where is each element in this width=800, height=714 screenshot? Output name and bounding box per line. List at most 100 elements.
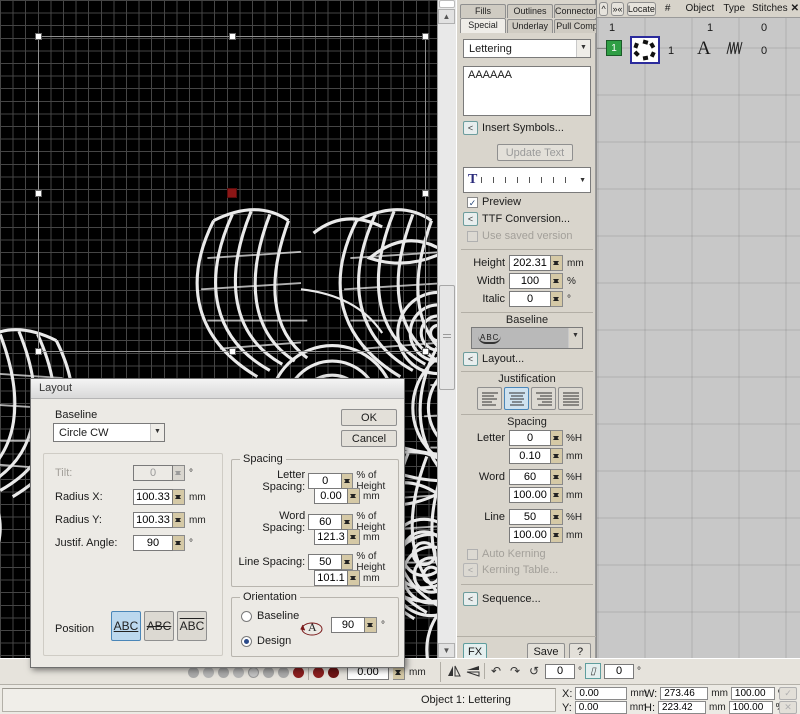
skew-toggle-icon[interactable]: ▯ [585, 663, 601, 679]
position-strike-button[interactable]: ABC [144, 611, 174, 641]
splitter-handle[interactable] [439, 0, 455, 8]
canvas-vertical-scrollbar[interactable]: ▲ ▼ [437, 0, 456, 660]
selection-handle-ne[interactable] [422, 33, 429, 40]
dlg-baseline-select[interactable]: Circle CW ▼ [53, 423, 165, 442]
insert-symbols-label[interactable]: Insert Symbols... [482, 122, 564, 134]
letter-spacing-mm-input[interactable] [314, 488, 348, 504]
stitch-tool-2-icon[interactable] [203, 667, 214, 678]
height-input[interactable] [509, 255, 551, 271]
word-pct-spinner[interactable] [551, 469, 563, 485]
w-pct-input[interactable] [731, 687, 775, 700]
italic-spinner[interactable] [551, 291, 563, 307]
x-input[interactable] [575, 687, 627, 700]
use-saved-version-checkbox[interactable] [467, 231, 478, 242]
scrollbar-thumb[interactable] [439, 285, 455, 390]
object-thumbnail[interactable] [630, 36, 660, 64]
stitch-tool-6-icon[interactable] [263, 667, 274, 678]
justif-angle-spinner[interactable] [173, 535, 185, 551]
cancel-button[interactable]: Cancel [341, 430, 397, 447]
italic-input[interactable] [509, 291, 551, 307]
kerning-table-expand-button[interactable]: < [463, 563, 478, 577]
layout-label[interactable]: Layout... [482, 353, 524, 365]
lettering-text-input[interactable]: AAAAAA [463, 66, 591, 116]
selection-handle-s[interactable] [229, 348, 236, 355]
rotate-angle-input[interactable] [545, 664, 575, 679]
baseline-radio[interactable] [241, 611, 252, 622]
justify-center-button[interactable] [504, 387, 529, 410]
selection-handle-w[interactable] [35, 190, 42, 197]
auto-kerning-checkbox[interactable] [467, 549, 478, 560]
collapse-button[interactable]: ^ [599, 2, 608, 16]
h-input[interactable] [658, 701, 706, 714]
flip-horizontal-icon[interactable] [446, 663, 462, 679]
sequence-label[interactable]: Sequence... [482, 593, 541, 605]
design-radio[interactable] [241, 636, 252, 647]
ttf-conversion-label[interactable]: TTF Conversion... [482, 213, 570, 225]
line-spacing-pct-input[interactable] [308, 554, 342, 570]
baseline-select[interactable]: ABC ▼ [471, 327, 583, 349]
word-pct-input[interactable] [509, 469, 551, 485]
word-mm-spinner[interactable] [551, 487, 563, 503]
dropdown-arrow-icon[interactable]: ▼ [150, 424, 164, 441]
tab-special[interactable]: Special [460, 18, 506, 33]
letter-spacing-mm-spinner[interactable] [348, 488, 360, 504]
radius-x-input[interactable] [133, 489, 173, 505]
font-select[interactable]: T ▼ [463, 167, 591, 193]
dropdown-arrow-icon[interactable]: ▼ [579, 177, 586, 184]
dropdown-arrow-icon[interactable]: ▼ [568, 328, 582, 348]
position-baseline-button[interactable]: ABC [111, 611, 141, 641]
tab-connectors[interactable]: Connectors [554, 4, 600, 18]
scroll-up-button[interactable]: ▲ [438, 9, 455, 24]
insert-symbols-expand-button[interactable]: < [463, 121, 478, 135]
radius-x-spinner[interactable] [173, 489, 185, 505]
letter-mm-spinner[interactable] [551, 448, 563, 464]
color-chip[interactable]: 1 [606, 40, 622, 56]
position-overline-button[interactable]: ABC [177, 611, 207, 641]
ok-button[interactable]: OK [341, 409, 397, 426]
line-mm-spinner[interactable] [551, 527, 563, 543]
radius-y-spinner[interactable] [173, 512, 185, 528]
line-mm-input[interactable] [509, 527, 551, 543]
h-pct-input[interactable] [729, 701, 773, 714]
line-spacing-mm-spinner[interactable] [348, 570, 360, 586]
tab-pull-comp[interactable]: Pull Comp [554, 19, 600, 33]
update-text-button[interactable]: Update Text [497, 144, 573, 161]
letter-spacing-pct-input[interactable] [308, 473, 342, 489]
chevrons-button[interactable]: »« [611, 2, 624, 16]
skew-angle-input[interactable] [604, 664, 634, 679]
line-pct-input[interactable] [509, 509, 551, 525]
justif-angle-input[interactable] [133, 535, 173, 551]
preview-checkbox[interactable]: ✓ [467, 197, 478, 208]
y-input[interactable] [575, 701, 627, 714]
stitch-tool-9-icon[interactable] [313, 667, 324, 678]
flip-vertical-icon[interactable] [465, 663, 481, 679]
tab-fills[interactable]: Fills [460, 4, 506, 18]
letter-spacing-pct-spinner[interactable] [342, 473, 353, 489]
word-mm-input[interactable] [509, 487, 551, 503]
line-spacing-pct-spinner[interactable] [342, 554, 353, 570]
stitch-tool-4-icon[interactable] [233, 667, 244, 678]
letter-pct-input[interactable] [509, 430, 551, 446]
lettering-type-glyph[interactable]: A [697, 38, 711, 60]
orientation-angle-input[interactable] [331, 617, 365, 633]
selection-handle-e[interactable] [422, 190, 429, 197]
height-spinner[interactable] [551, 255, 563, 271]
apply-button[interactable]: ✓ [779, 687, 797, 700]
word-spacing-mm-spinner[interactable] [348, 529, 360, 545]
tilt-spinner[interactable] [173, 465, 185, 481]
selection-handle-n[interactable] [229, 33, 236, 40]
orientation-angle-spinner[interactable] [365, 617, 377, 633]
rotation-center-marker[interactable] [227, 188, 237, 198]
line-pct-spinner[interactable] [551, 509, 563, 525]
ttf-conversion-expand-button[interactable]: < [463, 212, 478, 226]
stitch-tool-7-icon[interactable] [278, 667, 289, 678]
cancel-transform-button[interactable]: ✕ [779, 701, 797, 714]
stitch-tool-3-icon[interactable] [218, 667, 229, 678]
layout-dialog-titlebar[interactable]: Layout [31, 379, 404, 399]
justify-full-button[interactable] [558, 387, 583, 410]
layout-expand-button[interactable]: < [463, 352, 478, 366]
rotate-ccw-icon[interactable]: ↶ [488, 663, 504, 679]
word-spacing-mm-input[interactable] [314, 529, 348, 545]
width-spinner[interactable] [551, 273, 563, 289]
tab-underlay[interactable]: Underlay [507, 19, 553, 33]
